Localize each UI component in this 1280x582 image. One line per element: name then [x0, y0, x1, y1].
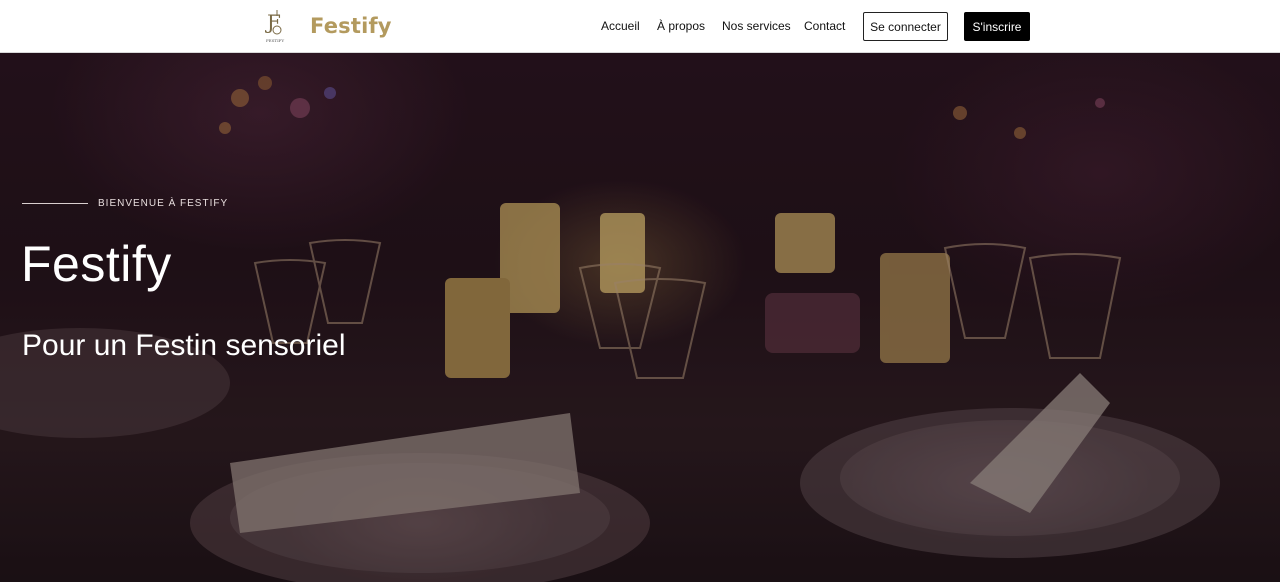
- hero-subtitle: Pour un Festin sensoriel: [22, 329, 346, 362]
- login-button[interactable]: Se connecter: [863, 12, 948, 41]
- nav-contact[interactable]: Contact: [804, 19, 845, 33]
- nav-nos-services[interactable]: Nos services: [722, 19, 791, 33]
- logo-wordmark: FESTIFY: [266, 38, 284, 43]
- nav-a-propos[interactable]: À propos: [657, 19, 705, 33]
- hero-eyebrow: BIENVENUE À FESTIFY: [98, 198, 229, 209]
- hero-overlay: [0, 53, 1280, 582]
- hero-banner: BIENVENUE À FESTIFY Festify Pour un Fest…: [0, 53, 1280, 582]
- eyebrow-divider: [22, 203, 88, 204]
- hero-title: Festify: [21, 236, 172, 292]
- nav-accueil[interactable]: Accueil: [601, 19, 640, 33]
- festify-logo-icon[interactable]: Ƒ FESTIFY: [265, 7, 289, 43]
- site-header: Ƒ FESTIFY Festify Accueil À propos Nos s…: [0, 0, 1280, 53]
- signup-button[interactable]: S'inscrire: [964, 12, 1030, 41]
- brand-name[interactable]: Festify: [310, 14, 392, 38]
